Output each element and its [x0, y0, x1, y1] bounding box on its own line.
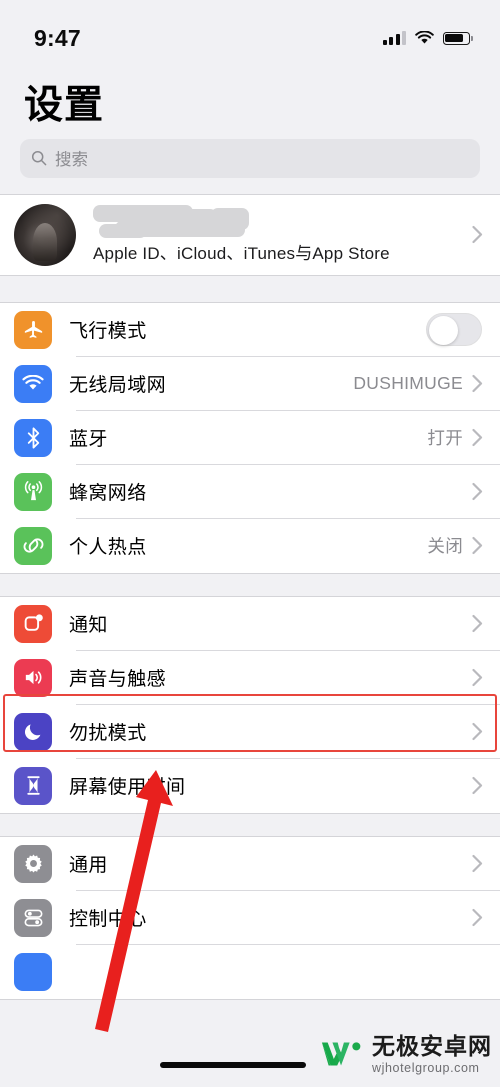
search-icon	[31, 150, 47, 166]
chevron-right-icon	[472, 668, 483, 687]
settings-row-label: 声音与触感	[69, 669, 167, 691]
moon-icon	[14, 712, 52, 751]
settings-row-bluetooth[interactable]: 蓝牙 打开	[0, 410, 500, 465]
hotspot-link-icon	[14, 526, 52, 565]
section-gap	[0, 813, 500, 836]
settings-group-connectivity: 飞行模式 无线局域网 DUSHIMUGE 蓝牙 打开 蜂窝网络 个人热点 关闭	[0, 301, 500, 574]
wuji-w-logo-icon	[320, 1037, 364, 1071]
settings-row-sounds-haptics[interactable]: 声音与触感	[0, 650, 500, 705]
settings-row-general[interactable]: 通用	[0, 836, 500, 891]
status-bar-indicators	[382, 31, 473, 45]
chevron-right-icon	[472, 428, 483, 447]
account-subtitle: Apple ID、iCloud、iTunes与App Store	[93, 244, 390, 264]
settings-group-alerts: 通知 声音与触感 勿扰模式 屏幕使用时间	[0, 595, 500, 814]
settings-row-control-center[interactable]: 控制中心	[0, 890, 500, 945]
apple-id-row[interactable]: Apple ID、iCloud、iTunes与App Store	[0, 194, 500, 275]
home-indicator[interactable]	[160, 1062, 306, 1068]
watermark: 无极安卓网 wjhotelgroup.com	[320, 1032, 492, 1075]
settings-row-label: 个人热点	[69, 537, 147, 559]
notification-badge-icon	[14, 604, 52, 643]
settings-group-system: 通用 控制中心	[0, 835, 500, 1000]
settings-row-screen-time[interactable]: 屏幕使用时间	[0, 758, 500, 813]
settings-row-label: 控制中心	[69, 909, 147, 931]
bluetooth-state-value: 打开	[427, 428, 463, 449]
account-name-redacted	[93, 205, 273, 239]
settings-row-label: 无线局域网	[69, 375, 167, 397]
settings-row-label: 通知	[69, 615, 108, 637]
settings-row-label: 勿扰模式	[69, 723, 147, 745]
page-title: 设置	[24, 84, 105, 127]
status-bar: 9:47	[0, 0, 500, 62]
brightness-icon	[14, 952, 52, 991]
settings-row-wifi[interactable]: 无线局域网 DUSHIMUGE	[0, 356, 500, 411]
section-gap	[0, 275, 500, 302]
settings-row-label: 蓝牙	[69, 429, 108, 451]
watermark-site-name: 无极安卓网	[372, 1032, 492, 1059]
airplane-icon	[14, 310, 52, 349]
wifi-icon	[415, 31, 434, 45]
watermark-url: wjhotelgroup.com	[372, 1060, 480, 1075]
chevron-right-icon	[472, 722, 483, 741]
section-gap	[0, 573, 500, 596]
account-text: Apple ID、iCloud、iTunes与App Store	[93, 205, 472, 264]
airplane-mode-toggle[interactable]	[426, 313, 482, 347]
watermark-text: 无极安卓网 wjhotelgroup.com	[372, 1032, 492, 1075]
settings-row-label: 屏幕使用时间	[69, 777, 186, 799]
status-bar-time: 9:47	[34, 24, 81, 51]
cellular-tower-icon	[14, 472, 52, 511]
chevron-right-icon	[472, 776, 483, 795]
chevron-right-icon	[472, 614, 483, 633]
chevron-right-icon	[472, 854, 483, 873]
wifi-network-value: DUSHIMUGE	[353, 373, 463, 394]
hotspot-state-value: 关闭	[427, 536, 463, 557]
settings-row-display-brightness[interactable]	[0, 944, 500, 999]
settings-row-label: 蜂窝网络	[69, 483, 147, 505]
chevron-right-icon	[472, 482, 483, 501]
cellular-bars-icon	[382, 31, 406, 45]
chevron-right-icon	[472, 908, 483, 927]
chevron-right-icon	[472, 536, 483, 555]
chevron-right-icon	[472, 225, 483, 244]
settings-row-cellular[interactable]: 蜂窝网络	[0, 464, 500, 519]
search-placeholder: 搜索	[55, 151, 88, 170]
settings-row-airplane-mode[interactable]: 飞行模式	[0, 302, 500, 357]
gear-icon	[14, 844, 52, 883]
sliders-icon	[14, 898, 52, 937]
settings-row-do-not-disturb[interactable]: 勿扰模式	[0, 704, 500, 759]
wifi-icon	[14, 364, 52, 403]
chevron-right-icon	[472, 374, 483, 393]
speaker-icon	[14, 658, 52, 697]
bluetooth-icon	[14, 418, 52, 457]
avatar	[14, 203, 76, 266]
hourglass-icon	[14, 766, 52, 805]
settings-row-label: 飞行模式	[69, 321, 147, 343]
settings-row-label: 通用	[69, 855, 108, 877]
search-input[interactable]: 搜索	[20, 138, 480, 178]
search-container: 搜索	[0, 138, 500, 194]
settings-row-notifications[interactable]: 通知	[0, 596, 500, 651]
settings-row-personal-hotspot[interactable]: 个人热点 关闭	[0, 518, 500, 573]
battery-icon	[443, 31, 473, 45]
account-group: Apple ID、iCloud、iTunes与App Store	[0, 193, 500, 276]
